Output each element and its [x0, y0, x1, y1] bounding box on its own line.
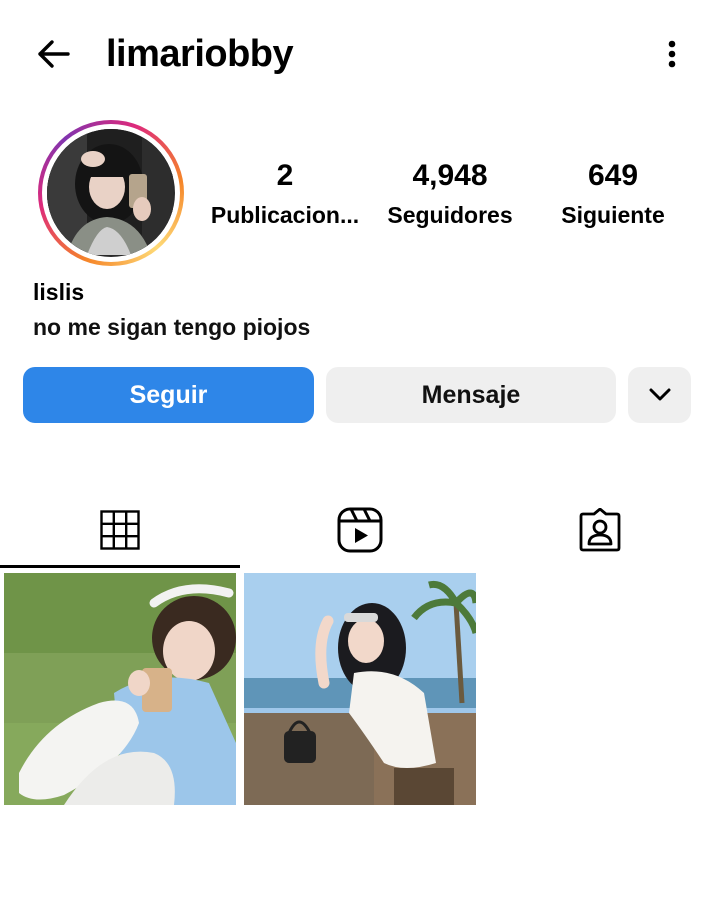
chevron-down-icon	[649, 388, 670, 401]
active-tab-indicator	[0, 565, 240, 568]
follow-button[interactable]: Seguir	[23, 367, 314, 423]
post-thumbnail[interactable]	[244, 573, 476, 805]
story-ring[interactable]	[38, 120, 184, 266]
tab-reels[interactable]	[240, 492, 480, 568]
post-image-2	[244, 573, 476, 805]
profile-tabs	[0, 492, 720, 572]
tab-tagged[interactable]	[480, 492, 720, 568]
tab-posts-grid[interactable]	[0, 492, 240, 568]
followers-count[interactable]: 4,948 Seguidores	[378, 156, 522, 230]
avatar-image	[47, 129, 173, 255]
top-bar: limariobby	[0, 0, 720, 108]
following-count[interactable]: 649 Siguiente	[548, 156, 678, 230]
post-thumbnail[interactable]	[4, 573, 236, 805]
suggested-accounts-button[interactable]	[628, 367, 691, 423]
back-button[interactable]	[34, 34, 74, 74]
following-count-label: Siguiente	[561, 202, 665, 228]
posts-count: 2 Publicacion...	[200, 156, 370, 230]
profile-username: limariobby	[106, 33, 294, 75]
options-button[interactable]	[652, 34, 692, 74]
profile-bio: no me sigan tengo piojos	[33, 314, 311, 340]
tagged-icon	[579, 508, 621, 552]
followers-count-value: 4,948	[412, 159, 488, 192]
post-image-1	[4, 573, 236, 805]
followers-count-label: Seguidores	[387, 202, 513, 228]
grid-icon	[100, 510, 140, 550]
profile-name: lislis	[33, 279, 85, 305]
arrow-left-icon	[38, 40, 70, 68]
avatar	[47, 129, 175, 257]
posts-count-label: Publicacion...	[210, 202, 360, 228]
message-button[interactable]: Mensaje	[326, 367, 616, 423]
posts-count-value: 2	[276, 159, 294, 192]
following-count-value: 649	[587, 159, 639, 192]
reels-icon	[337, 507, 383, 553]
kebab-menu-icon	[668, 40, 676, 68]
